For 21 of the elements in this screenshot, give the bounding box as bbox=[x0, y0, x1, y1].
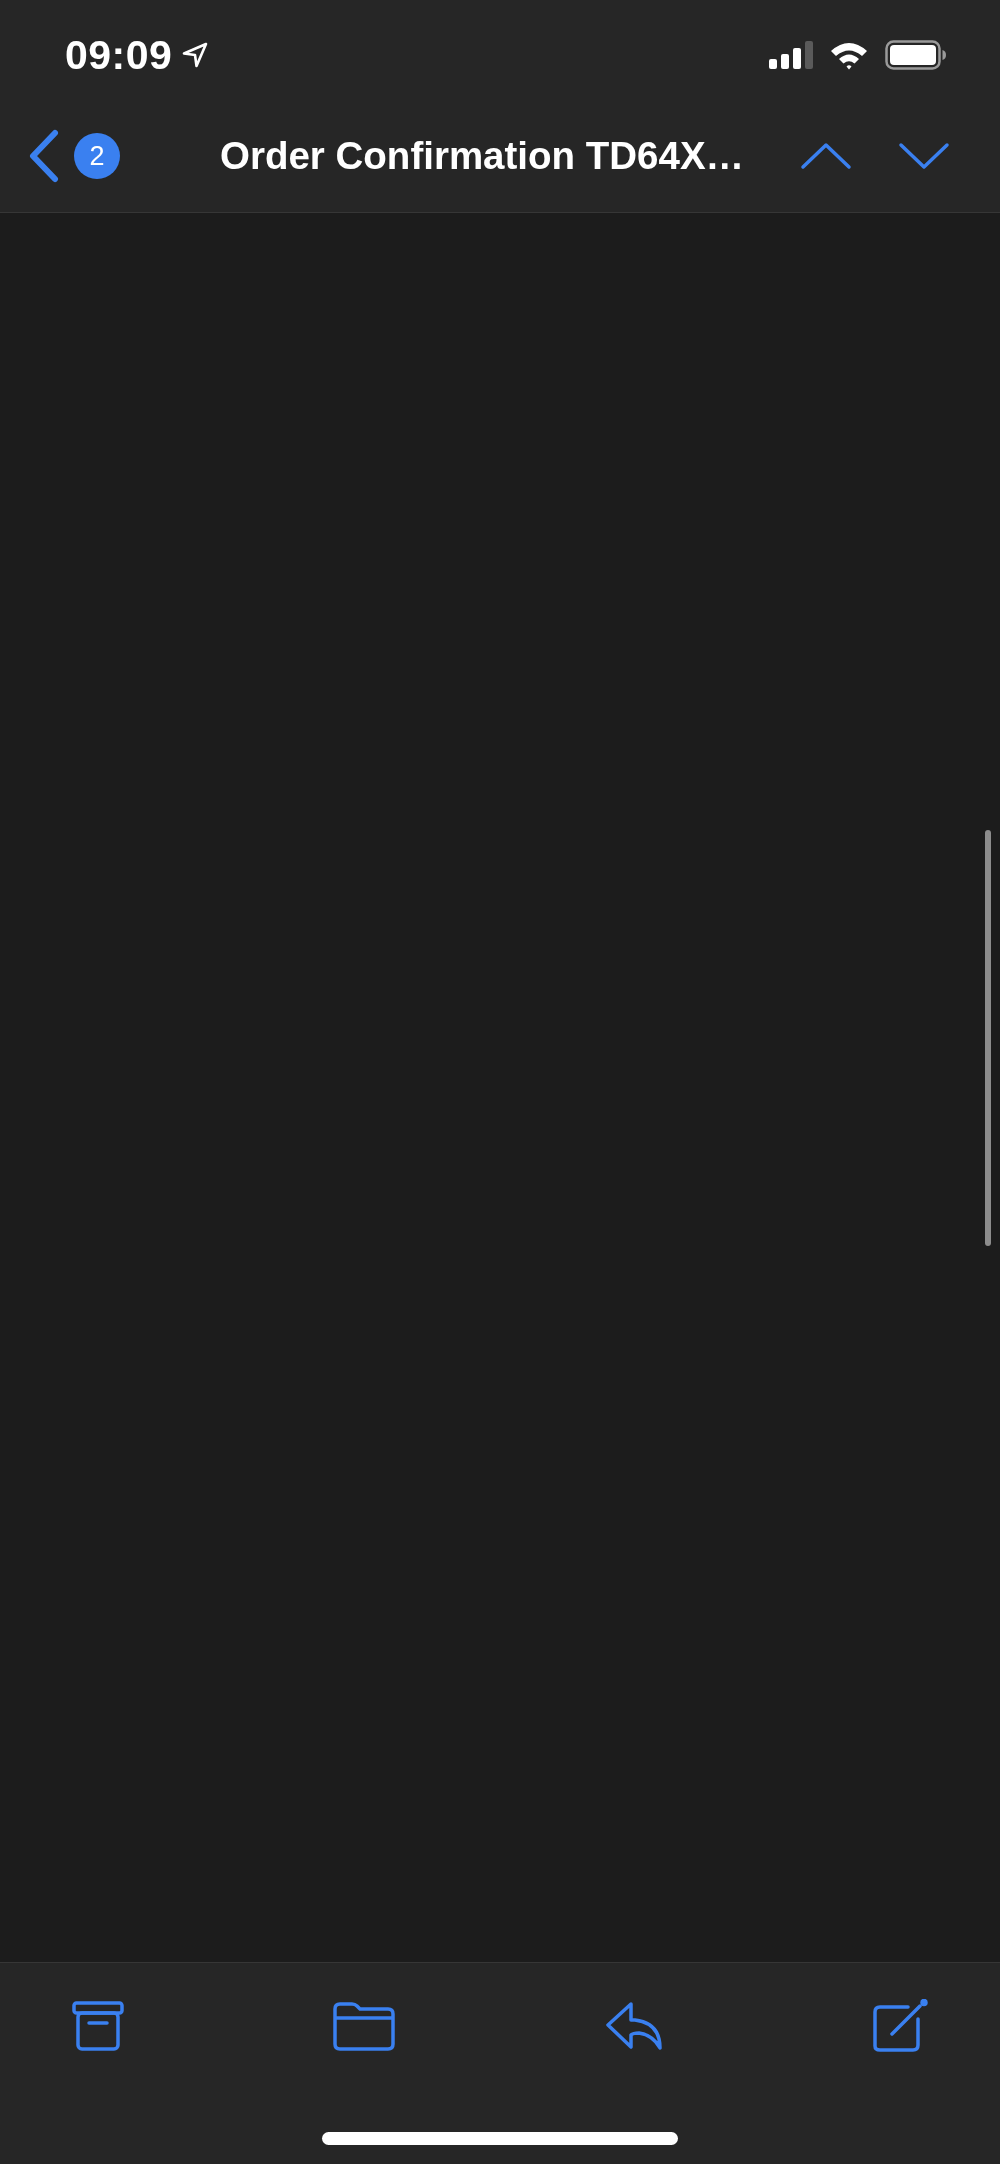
move-button[interactable] bbox=[333, 2001, 396, 2051]
archive-button[interactable] bbox=[72, 2000, 124, 2052]
wifi-icon bbox=[829, 40, 869, 70]
archive-box-icon bbox=[72, 2000, 124, 2052]
chevron-up-icon bbox=[800, 142, 852, 170]
location-arrow-icon bbox=[182, 42, 209, 68]
message-title: Order Confirmation TD64X… bbox=[220, 134, 745, 178]
status-time: 09:09 bbox=[65, 31, 173, 79]
previous-message-button[interactable] bbox=[800, 142, 852, 170]
reply-button[interactable] bbox=[604, 2001, 663, 2051]
folder-icon bbox=[333, 2001, 396, 2051]
next-message-button[interactable] bbox=[898, 142, 950, 170]
signal-strength-icon bbox=[769, 41, 813, 69]
battery-icon bbox=[885, 40, 947, 70]
back-button[interactable] bbox=[28, 129, 60, 183]
compose-icon bbox=[872, 1999, 928, 2053]
unread-count-badge: 2 bbox=[74, 133, 120, 179]
reply-arrow-icon bbox=[604, 2001, 663, 2051]
chevron-down-icon bbox=[898, 142, 950, 170]
compose-button[interactable] bbox=[872, 1999, 928, 2053]
back-chevron-icon bbox=[28, 129, 60, 183]
